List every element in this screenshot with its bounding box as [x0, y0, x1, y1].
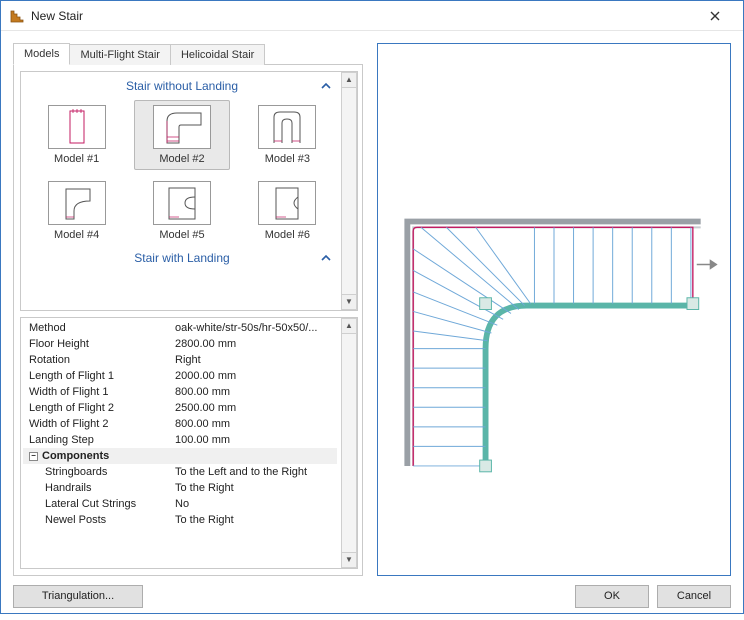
scroll-track[interactable]: [341, 334, 357, 552]
scroll-down-button[interactable]: ▼: [341, 294, 357, 310]
model-4-label: Model #4: [54, 229, 99, 241]
app-icon: [9, 8, 25, 24]
model-1[interactable]: Model #1: [29, 100, 124, 170]
property-grid: Methodoak-white/str-50s/hr-50x50/... Flo…: [20, 317, 358, 569]
prop-floor-height[interactable]: Floor Height2800.00 mm: [23, 336, 337, 352]
prop-rotation[interactable]: RotationRight: [23, 352, 337, 368]
chevron-up-icon[interactable]: [321, 252, 331, 266]
prop-landing-step[interactable]: Landing Step100.00 mm: [23, 432, 337, 448]
scroll-track[interactable]: [341, 88, 357, 294]
section-without-landing: Stair without Landing: [27, 76, 337, 96]
model-list: Stair without Landing: [20, 71, 358, 311]
dialog-title: New Stair: [31, 9, 695, 23]
model-6-thumb: [258, 181, 316, 225]
arrow-up-icon: ▲: [345, 322, 353, 330]
model-3-thumb: [258, 105, 316, 149]
model-5[interactable]: Model #5: [134, 176, 229, 246]
props-scrollbar[interactable]: ▲ ▼: [341, 318, 357, 568]
stair-preview-icon: [378, 44, 730, 575]
dialog-window: New Stair Models Multi-Flight Stair Heli…: [0, 0, 744, 614]
prop-group-components[interactable]: − Components: [23, 448, 337, 464]
preview-pane: [377, 43, 731, 576]
prop-handrails[interactable]: HandrailsTo the Right: [23, 480, 337, 496]
model-1-label: Model #1: [54, 153, 99, 165]
tab-strip: Models Multi-Flight Stair Helicoidal Sta…: [13, 43, 363, 65]
model-5-thumb: [153, 181, 211, 225]
scroll-up-button[interactable]: ▲: [341, 72, 357, 88]
prop-width-flight-2[interactable]: Width of Flight 2800.00 mm: [23, 416, 337, 432]
cancel-button[interactable]: Cancel: [657, 585, 731, 608]
prop-newel-posts[interactable]: Newel PostsTo the Right: [23, 512, 337, 528]
model-3[interactable]: Model #3: [240, 100, 335, 170]
section-with-landing: Stair with Landing: [27, 248, 337, 268]
scroll-up-button[interactable]: ▲: [341, 318, 357, 334]
model-scrollbar[interactable]: ▲ ▼: [341, 72, 357, 310]
chevron-up-icon[interactable]: [321, 80, 331, 94]
main-split: Models Multi-Flight Stair Helicoidal Sta…: [13, 43, 731, 576]
triangulation-button[interactable]: Triangulation...: [13, 585, 143, 608]
prop-length-flight-2[interactable]: Length of Flight 22500.00 mm: [23, 400, 337, 416]
model-6[interactable]: Model #6: [240, 176, 335, 246]
tab-panel-models: Stair without Landing: [13, 64, 363, 576]
ok-button[interactable]: OK: [575, 585, 649, 608]
left-column: Models Multi-Flight Stair Helicoidal Sta…: [13, 43, 363, 576]
tab-helicoidal[interactable]: Helicoidal Stair: [171, 44, 265, 65]
prop-length-flight-1[interactable]: Length of Flight 12000.00 mm: [23, 368, 337, 384]
model-4-thumb: [48, 181, 106, 225]
model-3-label: Model #3: [265, 153, 310, 165]
tab-models[interactable]: Models: [13, 43, 70, 65]
model-6-label: Model #6: [265, 229, 310, 241]
model-2[interactable]: Model #2: [134, 100, 229, 170]
model-2-label: Model #2: [159, 153, 204, 165]
dialog-footer: Triangulation... OK Cancel: [13, 576, 731, 612]
arrow-down-icon: ▼: [345, 556, 353, 564]
prop-width-flight-1[interactable]: Width of Flight 1800.00 mm: [23, 384, 337, 400]
arrow-down-icon: ▼: [345, 298, 353, 306]
close-button[interactable]: [695, 1, 735, 31]
model-5-label: Model #5: [159, 229, 204, 241]
prop-stringboards[interactable]: StringboardsTo the Left and to the Right: [23, 464, 337, 480]
scroll-down-button[interactable]: ▼: [341, 552, 357, 568]
client-area: Models Multi-Flight Stair Helicoidal Sta…: [1, 31, 743, 620]
prop-method[interactable]: Methodoak-white/str-50s/hr-50x50/...: [23, 320, 337, 336]
model-4[interactable]: Model #4: [29, 176, 124, 246]
model-2-thumb: [153, 105, 211, 149]
prop-lateral-cut-strings[interactable]: Lateral Cut StringsNo: [23, 496, 337, 512]
titlebar: New Stair: [1, 1, 743, 31]
tab-multi-flight[interactable]: Multi-Flight Stair: [70, 44, 170, 65]
collapse-toggle-icon[interactable]: −: [29, 452, 38, 461]
arrow-up-icon: ▲: [345, 76, 353, 84]
model-1-thumb: [48, 105, 106, 149]
model-grid: Model #1 Model #2: [27, 96, 337, 248]
